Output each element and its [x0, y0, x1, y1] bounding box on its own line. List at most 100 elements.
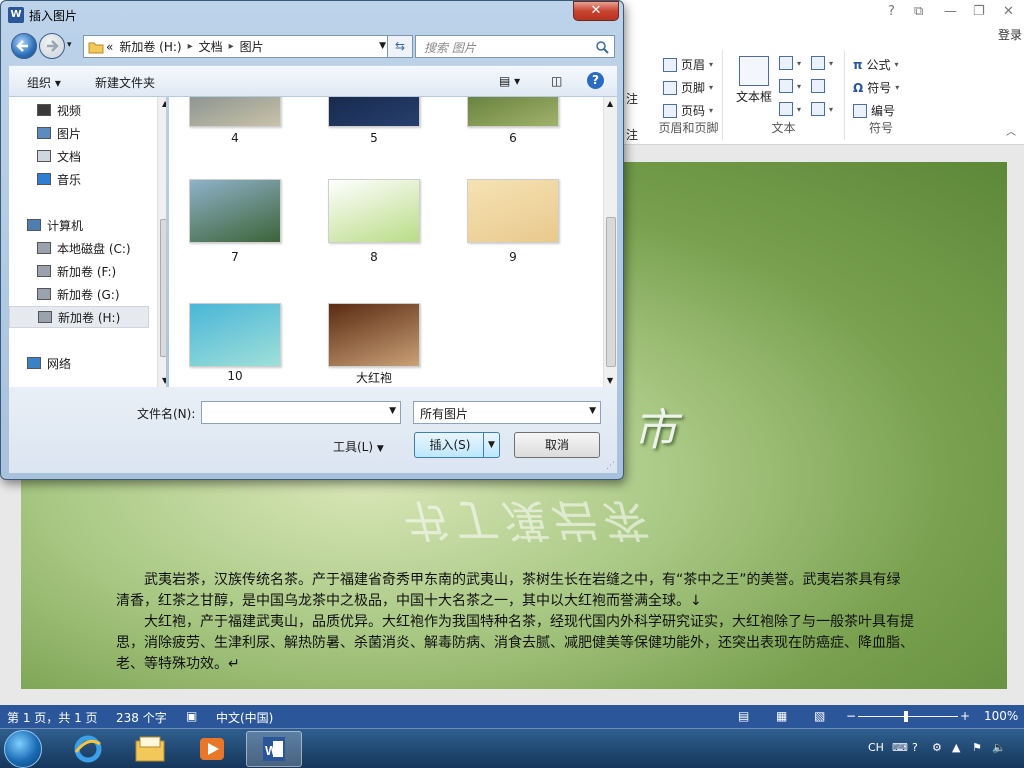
file-thumbnail[interactable]	[189, 179, 281, 243]
file-name[interactable]: 8	[328, 250, 420, 264]
volume-icon[interactable]: 🔈	[992, 741, 1006, 754]
dialog-close-button[interactable]: ✕	[573, 1, 619, 21]
web-layout-icon[interactable]: ▧	[814, 709, 825, 723]
file-name[interactable]: 4	[189, 131, 281, 145]
flag-icon[interactable]: ⚑	[972, 741, 982, 754]
refresh-button[interactable]: ⇆	[387, 35, 413, 58]
settings-tray-icon[interactable]: ⚙	[932, 741, 942, 754]
word-count[interactable]: 238 个字	[116, 709, 167, 726]
file-thumbnail[interactable]	[328, 97, 420, 127]
nav-item[interactable]: 文档	[9, 145, 149, 167]
file-thumbnail[interactable]	[328, 179, 420, 243]
numbering-button[interactable]: 编号	[853, 102, 895, 119]
resize-grip-icon[interactable]: ⋰	[606, 461, 615, 471]
footer-button[interactable]: 页脚 ▾	[663, 79, 713, 96]
datetime-button[interactable]	[811, 79, 825, 93]
collapse-ribbon-icon[interactable]: ︿	[1006, 123, 1016, 138]
filename-input[interactable]: ▼	[201, 401, 401, 424]
start-button[interactable]	[4, 730, 42, 768]
chevron-right-icon[interactable]: ▸	[229, 41, 234, 52]
organize-menu[interactable]: 组织 ▾	[27, 74, 61, 91]
taskbar-media-player[interactable]	[184, 731, 240, 767]
zoom-level[interactable]: 100%	[984, 709, 1018, 723]
new-folder-button[interactable]: 新建文件夹	[95, 74, 155, 91]
help-icon[interactable]: ?	[888, 4, 895, 19]
file-thumbnail[interactable]	[328, 303, 420, 367]
read-mode-icon[interactable]: ▤	[738, 709, 749, 723]
object-button[interactable]: ▾	[811, 102, 833, 116]
address-overflow[interactable]: «	[106, 40, 113, 54]
help-icon[interactable]: ?	[587, 72, 604, 89]
zoom-slider-thumb[interactable]	[904, 711, 908, 722]
print-layout-icon[interactable]: ▦	[776, 709, 787, 723]
nav-item[interactable]: 计算机	[9, 214, 149, 236]
file-name[interactable]: 10	[189, 369, 281, 383]
nav-item[interactable]: 新加卷 (F:)	[9, 260, 149, 282]
file-list-scrollbar[interactable]: ▲ ▼	[603, 97, 617, 387]
file-name[interactable]: 7	[189, 250, 281, 264]
proofing-icon[interactable]: ▣	[186, 709, 197, 723]
input-language[interactable]: CH	[868, 741, 884, 754]
recent-locations-dropdown[interactable]: ▾	[67, 40, 72, 50]
file-type-select[interactable]: 所有图片 ▼	[413, 401, 601, 424]
filename-dropdown-icon[interactable]: ▼	[389, 406, 396, 416]
cancel-button[interactable]: 取消	[514, 432, 600, 458]
show-hidden-icons-icon[interactable]: ▲	[952, 741, 960, 754]
nav-item[interactable]: 视频	[9, 99, 149, 121]
page-number-button[interactable]: 页码 ▾	[663, 102, 713, 119]
page-count[interactable]: 第 1 页，共 1 页	[7, 709, 98, 726]
address-bar[interactable]: « 新加卷 (H:) ▸ 文档 ▸ 图片 ▼	[83, 35, 389, 58]
zoom-in-icon[interactable]: +	[960, 709, 970, 723]
close-icon[interactable]: ✕	[1003, 4, 1014, 19]
taskbar-explorer[interactable]	[122, 731, 178, 767]
scroll-down-icon[interactable]: ▼	[162, 376, 166, 385]
forward-button[interactable]	[39, 33, 65, 59]
file-thumbnail[interactable]	[467, 179, 559, 243]
keyboard-icon[interactable]: ⌨	[892, 741, 908, 754]
address-segment[interactable]: 新加卷 (H:)	[119, 38, 181, 55]
insert-options-dropdown[interactable]: ▼	[483, 433, 499, 457]
help-tray-icon[interactable]: ?	[912, 741, 918, 754]
minimize-icon[interactable]: —	[944, 4, 957, 19]
header-button[interactable]: 页眉 ▾	[663, 56, 713, 73]
file-thumbnail[interactable]	[189, 97, 281, 127]
nav-item[interactable]: 新加卷 (G:)	[9, 283, 149, 305]
nav-item[interactable]: 音乐	[9, 168, 149, 190]
equation-button[interactable]: π 公式 ▾	[853, 56, 899, 73]
scroll-up-icon[interactable]: ▲	[162, 99, 166, 108]
nav-pane-scrollbar[interactable]: ▲ ▼	[157, 97, 166, 387]
nav-item[interactable]: 网络	[9, 352, 149, 374]
file-name[interactable]: 5	[328, 131, 420, 145]
document-body[interactable]: 武夷岩茶，汉族传统名茶。产于福建省奇秀甲东南的武夷山，茶树生长在岩缝之中，有“茶…	[116, 570, 1007, 675]
nav-item[interactable]: 本地磁盘 (C:)	[9, 237, 149, 259]
file-name[interactable]: 9	[467, 250, 559, 264]
symbol-button[interactable]: Ω 符号 ▾	[853, 79, 899, 96]
file-name[interactable]: 6	[467, 131, 559, 145]
taskbar-ie[interactable]	[60, 731, 116, 767]
address-segment[interactable]: 图片	[240, 38, 264, 55]
address-segment[interactable]: 文档	[199, 38, 223, 55]
back-button[interactable]	[11, 33, 37, 59]
file-thumbnail[interactable]	[189, 303, 281, 367]
preview-pane-icon[interactable]: ◫	[551, 74, 562, 88]
search-input[interactable]: 搜索 图片	[415, 35, 615, 58]
restore-icon[interactable]: ❐	[973, 4, 985, 19]
textbox-button[interactable]: 文本框	[731, 56, 777, 105]
taskbar-word[interactable]: W	[246, 731, 302, 767]
view-options-icon[interactable]: ▤ ▾	[499, 74, 520, 88]
signature-button[interactable]: ▾	[811, 56, 833, 70]
tools-menu[interactable]: 工具(L) ▼	[333, 438, 384, 455]
dropcap-button[interactable]: ▾	[779, 102, 801, 116]
nav-item[interactable]: 新加卷 (H:)	[9, 306, 149, 328]
file-name[interactable]: 大红袍	[328, 369, 420, 386]
file-thumbnail[interactable]	[467, 97, 559, 127]
zoom-slider[interactable]	[858, 716, 958, 717]
ribbon-display-icon[interactable]: ⧉	[914, 4, 923, 19]
address-dropdown-icon[interactable]: ▼	[379, 41, 386, 51]
wordart-button[interactable]: ▾	[779, 79, 801, 93]
language-status[interactable]: 中文(中国)	[216, 709, 273, 726]
scroll-down-icon[interactable]: ▼	[607, 376, 613, 385]
insert-button[interactable]: 插入(S) ▼	[414, 432, 500, 458]
zoom-out-icon[interactable]: −	[846, 709, 856, 723]
quick-parts-button[interactable]: ▾	[779, 56, 801, 70]
